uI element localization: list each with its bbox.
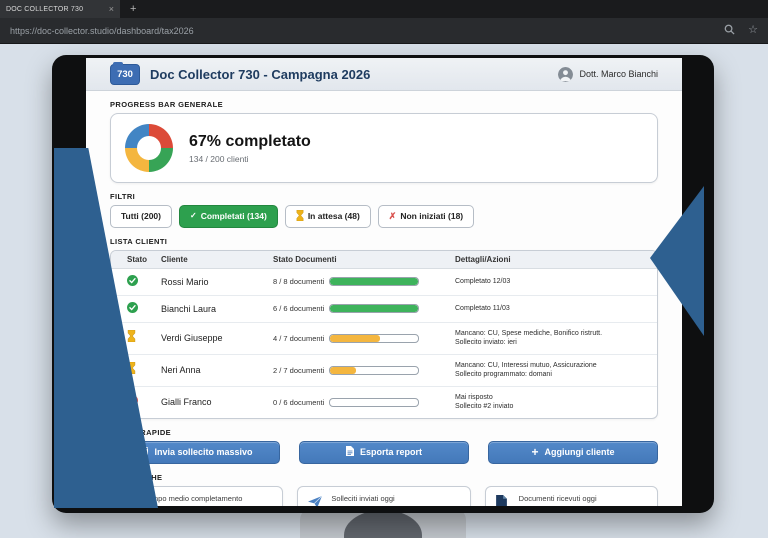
table-row[interactable]: Verdi Giuseppe 4 / 7 documenti Mancano: …	[111, 323, 657, 355]
browser-tab[interactable]: DOC COLLECTOR 730 ×	[0, 0, 120, 18]
stat-card-reminders-sent: Solleciti inviati oggi 23	[297, 485, 471, 507]
client-details: Completato 11/03	[455, 304, 510, 312]
browser-url-bar[interactable]: https://doc-collector.studio/dashboard/t…	[0, 18, 768, 44]
close-tab-icon[interactable]: ×	[109, 4, 114, 14]
check-icon: ✓	[189, 211, 197, 221]
url-text[interactable]: https://doc-collector.studio/dashboard/t…	[10, 26, 724, 36]
docs-progress-bar	[329, 304, 419, 313]
docs-progress-bar	[329, 333, 419, 343]
user-avatar-icon[interactable]	[558, 66, 574, 82]
docs-progress-bar	[329, 277, 419, 286]
docs-count: 8 / 8 documenti	[273, 277, 325, 286]
docs-count: 4 / 7 documenti	[273, 333, 325, 343]
client-name: Gialli Franco	[161, 397, 212, 407]
filters-row: Tutti (200) ✓ Completati (134) In attesa…	[110, 205, 658, 228]
table-row[interactable]: Rossi Mario 8 / 8 documenti Completato 1…	[111, 269, 657, 296]
add-client-button[interactable]: + Aggiungi cliente	[488, 440, 658, 464]
status-waiting-icon	[127, 361, 136, 379]
new-tab-icon[interactable]: +	[130, 3, 136, 15]
envelope-icon	[137, 447, 149, 457]
section-label-filters: FILTRI	[110, 192, 136, 201]
stat-card-avg-time: Tempo medio completamento 4,2 giorni	[110, 485, 284, 507]
bookmark-star-icon[interactable]: ☆	[748, 25, 758, 36]
document-icon	[495, 494, 516, 506]
status-done-icon	[127, 300, 138, 318]
progress-card: 67% completato 134 / 200 clienti	[110, 113, 658, 183]
section-label-progress: PROGRESS BAR GENERALE	[110, 100, 223, 109]
status-waiting-icon	[127, 329, 136, 347]
actions-row: Invia sollecito massivo Esporta report +…	[110, 440, 658, 464]
search-icon[interactable]	[724, 22, 735, 40]
filter-notstarted-button[interactable]: ✗ Non iniziati (18)	[377, 205, 475, 228]
status-done-icon	[127, 273, 138, 291]
client-name: Rossi Mario	[161, 276, 209, 287]
page-title: Doc Collector 730 - Campagna 2026	[150, 66, 371, 82]
hourglass-icon	[296, 209, 304, 223]
clients-table: Stato Cliente Stato Documenti Dettagli/A…	[110, 249, 658, 419]
docs-count: 6 / 6 documenti	[273, 304, 325, 313]
paper-plane-icon	[308, 494, 328, 506]
docs-count: 0 / 6 documenti	[273, 397, 325, 407]
plus-icon: +	[531, 445, 539, 459]
tab-title: DOC COLLECTOR 730	[6, 5, 84, 13]
section-label-clients: LISTA CLIENTI	[110, 236, 168, 246]
status-missing-icon	[127, 393, 138, 411]
client-details: Completato 12/03	[455, 277, 511, 285]
stats-row: Tempo medio completamento 4,2 giorni Sol…	[110, 485, 658, 507]
progress-subtext: 134 / 200 clienti	[189, 153, 249, 164]
browser-tab-bar: DOC COLLECTOR 730 × +	[0, 0, 768, 18]
page-background: 730 Doc Collector 730 - Campagna 2026 Do…	[0, 44, 768, 538]
table-row[interactable]: Gialli Franco 0 / 6 documenti Mai rispos…	[111, 387, 657, 418]
docs-progress-bar	[329, 397, 419, 407]
monitor-screen: 730 Doc Collector 730 - Campagna 2026 Do…	[86, 58, 682, 506]
section-label-stats: STATISTICHE	[110, 472, 163, 482]
client-details: Mancano: CU, Spese mediche, Bonifico ris…	[455, 329, 603, 346]
x-icon: ✗	[388, 210, 397, 221]
stat-value: 23	[331, 506, 459, 507]
stat-label: Tempo medio completamento	[144, 493, 243, 503]
stat-label: Documenti ricevuti oggi	[518, 493, 597, 503]
filter-waiting-button[interactable]: In attesa (48)	[284, 205, 371, 228]
client-name: Neri Anna	[161, 365, 201, 375]
docs-progress-bar	[329, 365, 419, 375]
stopwatch-icon	[121, 494, 141, 506]
monitor-frame: 730 Doc Collector 730 - Campagna 2026 Do…	[52, 55, 714, 513]
stat-card-docs-received: Documenti ricevuti oggi 47	[484, 485, 658, 507]
app-header: 730 Doc Collector 730 - Campagna 2026 Do…	[86, 58, 682, 91]
stat-label: Solleciti inviati oggi	[331, 493, 395, 503]
table-header: Stato Cliente Stato Documenti Dettagli/A…	[111, 250, 657, 269]
client-name: Bianchi Laura	[161, 303, 217, 314]
client-name: Verdi Giuseppe	[161, 333, 223, 343]
progress-headline: 67% completato	[189, 132, 311, 150]
progress-donut	[125, 124, 173, 172]
send-mass-reminder-button[interactable]: Invia sollecito massivo	[110, 440, 280, 464]
section-label-actions: AZIONI RAPIDE	[110, 427, 172, 437]
filter-all-button[interactable]: Tutti (200)	[110, 205, 172, 228]
table-row[interactable]: Bianchi Laura 6 / 6 documenti Completato…	[111, 296, 657, 323]
docs-count: 2 / 7 documenti	[273, 365, 325, 375]
report-document-icon	[345, 446, 354, 458]
client-details: Mancano: CU, Interessi mutuo, Assicurazi…	[455, 361, 597, 378]
client-details: Mai risposto Sollecito #2 inviato	[455, 393, 514, 410]
filter-completed-button[interactable]: ✓ Completati (134)	[178, 205, 278, 228]
stat-value: 47	[519, 506, 647, 507]
user-name: Dott. Marco Bianchi	[579, 69, 658, 79]
stat-value: 4,2 giorni	[144, 506, 272, 507]
table-row[interactable]: Neri Anna 2 / 7 documenti Mancano: CU, I…	[111, 355, 657, 387]
app-logo: 730	[110, 61, 140, 85]
export-report-button[interactable]: Esporta report	[299, 440, 469, 464]
